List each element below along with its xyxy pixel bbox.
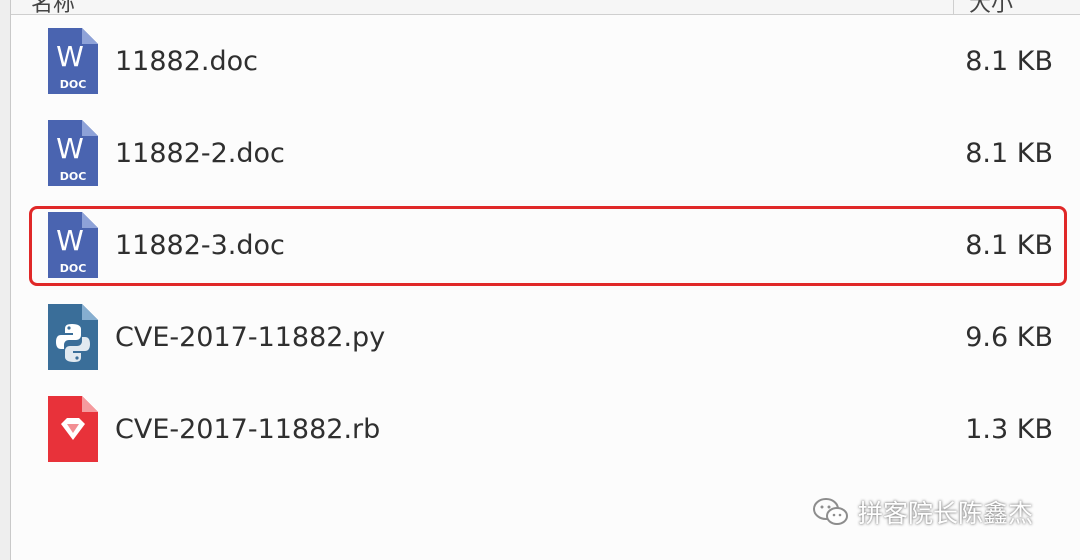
file-row[interactable]: W DOC 11882.doc 8.1 KB <box>11 16 1080 108</box>
file-row[interactable]: CVE-2017-11882.rb 1.3 KB <box>11 384 1080 476</box>
file-list-pane: 名称 大小 W DOC 11882.doc 8.1 KB W DOC 11882… <box>10 0 1080 560</box>
doc-icon-letter: W <box>56 224 84 257</box>
file-row[interactable]: W DOC 11882-2.doc 8.1 KB <box>11 108 1080 200</box>
doc-icon-caption: DOC <box>60 262 87 275</box>
file-row[interactable]: W DOC 11882-3.doc 8.1 KB <box>11 200 1080 292</box>
file-size: 9.6 KB <box>965 322 1053 353</box>
word-doc-icon: W DOC <box>48 212 98 278</box>
file-size: 8.1 KB <box>965 138 1053 169</box>
column-header: 名称 大小 <box>11 0 1080 15</box>
file-row[interactable]: CVE-2017-11882.py 9.6 KB <box>11 292 1080 384</box>
watermark: 拼客院长陈鑫杰 <box>812 492 1062 532</box>
file-size: 8.1 KB <box>965 230 1053 261</box>
ruby-file-icon <box>48 396 98 462</box>
name-column-header[interactable]: 名称 <box>31 0 75 14</box>
size-column-header[interactable]: 大小 <box>969 0 1013 14</box>
file-name: 11882.doc <box>115 46 258 77</box>
file-name: 11882-3.doc <box>115 230 285 261</box>
doc-icon-caption: DOC <box>60 78 87 91</box>
file-name: 11882-2.doc <box>115 138 285 169</box>
word-doc-icon: W DOC <box>48 120 98 186</box>
doc-icon-letter: W <box>56 40 84 73</box>
doc-icon-letter: W <box>56 132 84 165</box>
file-name: CVE-2017-11882.rb <box>115 414 381 445</box>
column-divider[interactable] <box>953 0 954 14</box>
file-name: CVE-2017-11882.py <box>115 322 386 353</box>
file-size: 8.1 KB <box>965 46 1053 77</box>
word-doc-icon: W DOC <box>48 28 98 94</box>
doc-icon-caption: DOC <box>60 170 87 183</box>
watermark-text: 拼客院长陈鑫杰 <box>858 499 1034 528</box>
wechat-icon <box>813 498 848 525</box>
python-file-icon <box>48 304 98 370</box>
file-size: 1.3 KB <box>965 414 1053 445</box>
